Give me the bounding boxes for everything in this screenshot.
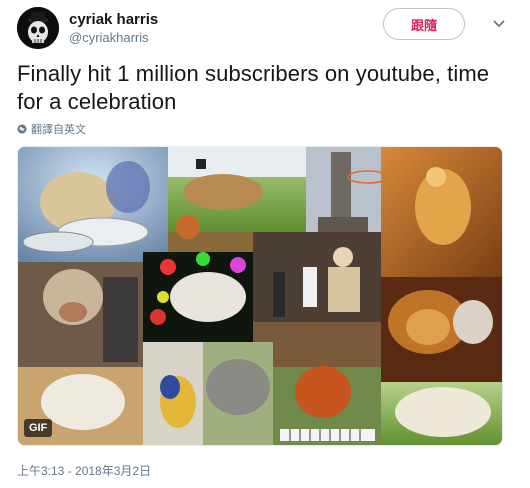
tweet-timestamp[interactable]: 上午3:13 - 2018年3月2日 (17, 462, 151, 479)
tweet-header: cyriak harris @cyriakharris 跟隨 (17, 7, 513, 49)
avatar[interactable] (17, 7, 59, 49)
animal-collage-image (18, 147, 502, 445)
follow-button[interactable]: 跟隨 (383, 8, 465, 40)
display-name[interactable]: cyriak harris (69, 11, 158, 29)
gif-badge: GIF (24, 419, 53, 437)
user-names[interactable]: cyriak harris @cyriakharris (69, 11, 158, 46)
chevron-down-icon[interactable] (491, 15, 507, 31)
gif-media[interactable]: GIF (17, 146, 503, 446)
user-handle[interactable]: @cyriakharris (69, 29, 158, 46)
tweet-text: Finally hit 1 million subscribers on you… (17, 61, 490, 114)
translate-label[interactable]: 翻譯自英文 (31, 121, 86, 137)
translate-link[interactable]: 翻譯自英文 (17, 121, 86, 137)
globe-icon (17, 124, 27, 134)
skull-avatar-icon (17, 7, 59, 49)
